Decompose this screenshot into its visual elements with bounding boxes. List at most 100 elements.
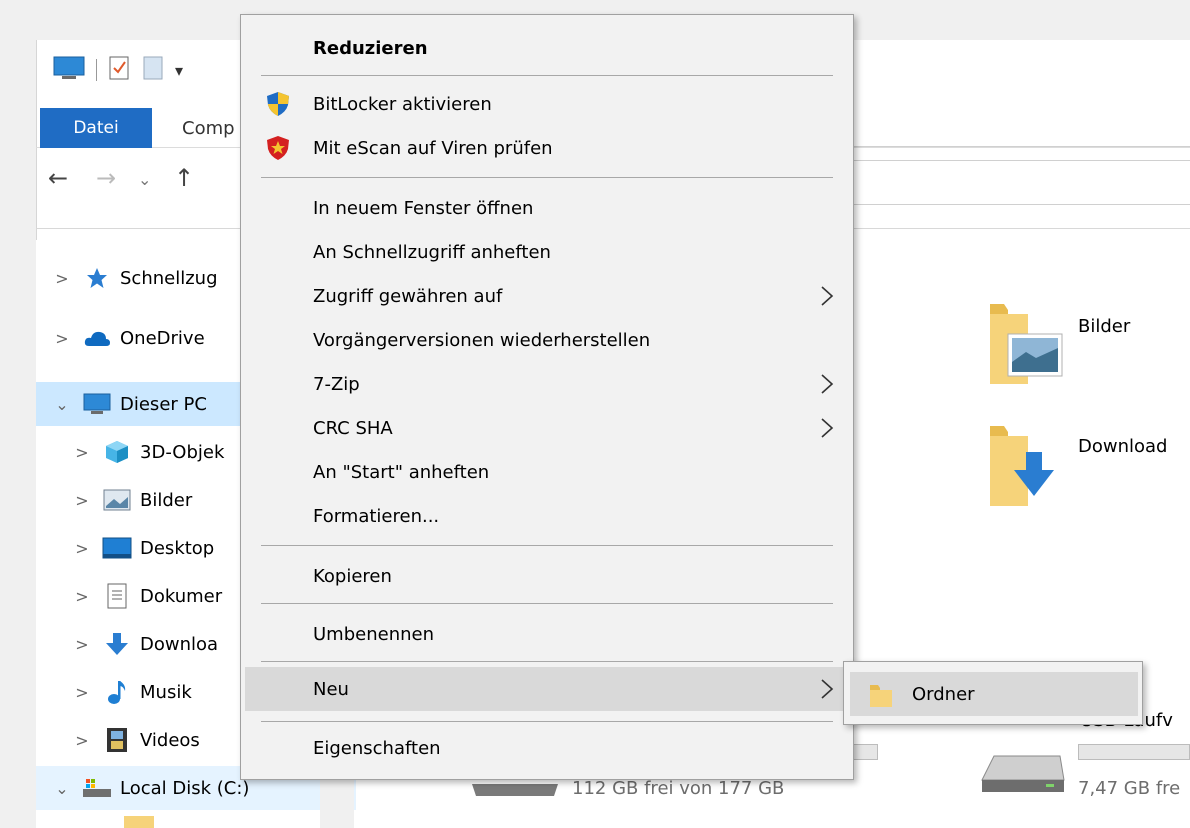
expand-chevron-icon[interactable]: >: [72, 443, 92, 462]
menu-item-label: Reduzieren: [313, 37, 428, 59]
menu-item-open-new-window[interactable]: In neuem Fenster öffnen: [245, 187, 849, 229]
submenu-item-label: Ordner: [912, 683, 975, 705]
star-icon: [82, 266, 112, 290]
menu-item-new[interactable]: Neu: [245, 667, 849, 711]
drive-free-space: 112 GB frei von 177 GB: [572, 778, 785, 799]
expand-chevron-icon[interactable]: >: [52, 329, 72, 348]
menu-separator: [261, 721, 833, 722]
nav-item-label: Downloa: [140, 633, 219, 655]
forward-arrow-icon[interactable]: →: [96, 164, 116, 192]
expand-chevron-icon[interactable]: >: [72, 539, 92, 558]
customize-toolbar-icon[interactable]: ▾: [175, 61, 183, 80]
context-menu: Reduzieren BitLocker aktivieren Mit eSca…: [240, 14, 854, 780]
tab-file[interactable]: Datei: [40, 108, 152, 148]
drive-icon: [82, 776, 112, 800]
nav-item-label: Videos: [140, 729, 200, 751]
menu-item-label: Kopieren: [313, 565, 392, 587]
folder-label: Bilder: [1078, 316, 1131, 337]
nav-item-label: Local Disk (C:): [120, 777, 250, 799]
submenu-item-folder[interactable]: Ordner: [850, 672, 1138, 716]
cube-icon: [102, 440, 132, 464]
menu-item-escan[interactable]: Mit eScan auf Viren prüfen: [245, 127, 849, 169]
menu-item-label: Umbenennen: [313, 623, 434, 645]
nav-item-label: Bilder: [140, 489, 193, 511]
expand-chevron-icon[interactable]: >: [72, 635, 92, 654]
address-bar-top: [800, 160, 1190, 161]
pictures-folder-icon: [990, 304, 1063, 384]
computer-icon[interactable]: [52, 55, 86, 85]
nav-item-label: Dieser PC: [120, 393, 207, 415]
collapse-chevron-icon[interactable]: ⌄: [52, 779, 72, 798]
nav-item-label: Schnellzug: [120, 267, 218, 289]
pictures-icon: [102, 488, 132, 512]
submenu-arrow-icon: [819, 283, 835, 309]
nav-item-label: Desktop: [140, 537, 215, 559]
nav-item-label: Musik: [140, 681, 192, 703]
document-icon: [102, 583, 132, 609]
menu-item-label: Formatieren...: [313, 505, 440, 527]
toolbar-divider: [96, 59, 97, 81]
new-submenu: Ordner: [843, 661, 1143, 725]
computer-icon: [82, 392, 112, 416]
music-icon: [102, 680, 132, 704]
new-folder-icon[interactable]: [141, 54, 165, 86]
menu-item-bitlocker[interactable]: BitLocker aktivieren: [245, 83, 849, 125]
nav-item-label: Dokumer: [140, 585, 223, 607]
menu-item-properties[interactable]: Eigenschaften: [245, 727, 849, 769]
desktop-icon: [102, 536, 132, 560]
menu-item-label: An Schnellzugriff anheften: [313, 241, 551, 263]
menu-item-7zip[interactable]: 7-Zip: [245, 363, 849, 405]
recent-locations-icon[interactable]: ⌄: [138, 170, 151, 189]
nav-item-label: 3D-Objek: [140, 441, 225, 463]
drive-usage-bar: [1078, 744, 1190, 760]
address-bar-bottom: [800, 204, 1190, 205]
shield-icon: [265, 91, 291, 117]
folder-label: Download: [1078, 436, 1168, 457]
escan-shield-icon: [265, 135, 291, 161]
back-arrow-icon[interactable]: ←: [48, 164, 68, 192]
menu-item-rename[interactable]: Umbenennen: [245, 613, 849, 655]
menu-separator: [261, 177, 833, 178]
menu-item-label: Vorgängerversionen wiederherstellen: [313, 329, 651, 351]
menu-item-label: Mit eScan auf Viren prüfen: [313, 137, 553, 159]
expand-chevron-icon[interactable]: >: [72, 731, 92, 750]
submenu-arrow-icon: [819, 371, 835, 397]
menu-item-pin-quick-access[interactable]: An Schnellzugriff anheften: [245, 231, 849, 273]
downloads-folder-icon: [990, 426, 1054, 506]
menu-item-label: Neu: [313, 678, 349, 700]
menu-separator: [261, 75, 833, 76]
menu-item-copy[interactable]: Kopieren: [245, 555, 849, 597]
folder-icon: [124, 816, 154, 828]
menu-item-label: Eigenschaften: [313, 737, 441, 759]
menu-item-label: Zugriff gewähren auf: [313, 285, 503, 307]
properties-icon[interactable]: [107, 54, 131, 86]
menu-separator: [261, 661, 833, 662]
folder-icon: [868, 681, 894, 714]
menu-item-collapse[interactable]: Reduzieren: [245, 27, 849, 69]
menu-item-give-access[interactable]: Zugriff gewähren auf: [245, 275, 849, 317]
menu-item-format[interactable]: Formatieren...: [245, 495, 849, 537]
menu-item-label: In neuem Fenster öffnen: [313, 197, 534, 219]
menu-separator: [261, 603, 833, 604]
menu-item-label: BitLocker aktivieren: [313, 93, 492, 115]
menu-item-restore-versions[interactable]: Vorgängerversionen wiederherstellen: [245, 319, 849, 361]
up-arrow-icon[interactable]: ↑: [174, 164, 194, 192]
expand-chevron-icon[interactable]: >: [72, 587, 92, 606]
submenu-arrow-icon: [819, 415, 835, 441]
collapse-chevron-icon[interactable]: ⌄: [52, 395, 72, 414]
drive-free-space: 7,47 GB fre: [1078, 778, 1181, 799]
menu-item-crc-sha[interactable]: CRC SHA: [245, 407, 849, 449]
drive-usage-bar: [850, 744, 878, 760]
menu-item-label: 7-Zip: [313, 373, 360, 395]
expand-chevron-icon[interactable]: >: [72, 491, 92, 510]
film-icon: [102, 728, 132, 752]
drive-icon[interactable]: [470, 782, 560, 802]
usb-drive-icon[interactable]: [980, 752, 1066, 796]
folder-downloads[interactable]: [988, 422, 1064, 514]
folder-pictures[interactable]: [988, 300, 1064, 392]
menu-item-pin-start[interactable]: An "Start" anheften: [245, 451, 849, 493]
expand-chevron-icon[interactable]: >: [52, 269, 72, 288]
quick-access-toolbar: ▾: [52, 52, 183, 88]
expand-chevron-icon[interactable]: >: [72, 683, 92, 702]
tab-computer[interactable]: Comp: [182, 108, 235, 148]
